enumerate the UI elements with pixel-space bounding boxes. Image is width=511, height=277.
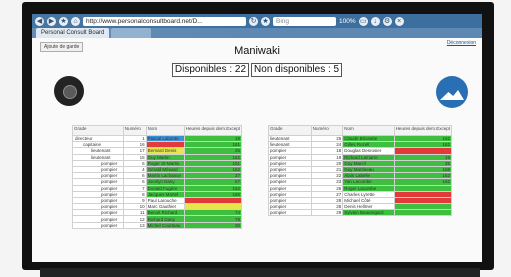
monitor-stand	[40, 268, 480, 277]
nom-cell: Roger St-Martin	[145, 159, 185, 167]
screen: ◀ ▶ ★ ⌂ http://www.personalconsultboard.…	[32, 14, 482, 262]
col-heures: Heures depuis dern.Except	[393, 125, 453, 136]
tab-personal-consult-board[interactable]: Personal Consult Board	[36, 28, 110, 38]
favorites-icon[interactable]: ★	[59, 16, 68, 26]
availability-counts: Disponibles : 22 Non disponibles : 5	[32, 63, 482, 77]
col-heures: Heures depuis dern.Except	[183, 125, 243, 136]
search-input[interactable]: Bing	[273, 16, 336, 26]
home-icon[interactable]: ⌂	[71, 16, 80, 26]
col-nom: Nom	[342, 125, 395, 136]
numero-cell: 29	[310, 209, 344, 217]
nom-cell: Michel Courteau	[145, 221, 185, 229]
page-title: Maniwaki	[234, 45, 280, 57]
nom-cell: Sylvain Beauregard	[342, 209, 395, 217]
nom-cell: Pascal Labonte	[145, 134, 185, 143]
grade-cell: pompier	[72, 221, 124, 229]
tab-second[interactable]	[111, 28, 152, 38]
nom-cell: Martin Lachance	[145, 172, 185, 180]
monitor-bezel: ◀ ▶ ★ ⌂ http://www.personalconsultboard.…	[22, 2, 494, 270]
col-numero: Numéro	[122, 125, 147, 136]
settings-icon[interactable]: ⚙	[382, 16, 392, 26]
fire-department-badge-icon	[54, 76, 84, 106]
grade-cell: pompier	[268, 209, 312, 217]
available-count: Disponibles : 22	[171, 63, 250, 77]
browser-toolbar: ◀ ▶ ★ ⌂ http://www.personalconsultboard.…	[32, 14, 482, 28]
table-row[interactable]: pompier 13 Michel Courteau 30	[72, 221, 243, 229]
zoom-level[interactable]: 100%	[339, 18, 356, 25]
refresh-icon[interactable]: ↻	[249, 16, 258, 26]
close-icon[interactable]: ×	[394, 16, 404, 26]
download-icon[interactable]: ↓	[370, 16, 380, 26]
numero-cell: 13	[122, 221, 147, 229]
address-bar[interactable]: http://www.personalconsultboard.net/D...	[83, 16, 246, 26]
col-numero: Numéro	[310, 125, 344, 136]
window-icon[interactable]: ▭	[358, 16, 368, 26]
bookmark-icon[interactable]: ★	[261, 16, 270, 26]
table-row[interactable]: pompier 29 Sylvain Beauregard	[268, 209, 453, 217]
back-icon[interactable]: ◀	[35, 16, 44, 26]
left-roster-table: Grade Numéro Nom Heures depuis dern.Exce…	[72, 125, 243, 229]
forward-icon[interactable]: ▶	[47, 16, 56, 26]
unavailable-count: Non disponibles : 5	[251, 63, 343, 77]
city-logo-icon	[436, 76, 468, 108]
page-content: Ajoute de garde Déconnexion Maniwaki Dis…	[32, 38, 482, 262]
col-grade: Grade	[72, 125, 124, 136]
col-grade: Grade	[268, 125, 312, 136]
heures-cell: 30	[183, 221, 243, 229]
heures-cell	[393, 209, 453, 217]
tab-bar: Personal Consult Board	[32, 28, 482, 38]
col-nom: Nom	[145, 125, 185, 136]
right-roster-table: Grade Numéro Nom Heures depuis dern.Exce…	[268, 125, 453, 217]
